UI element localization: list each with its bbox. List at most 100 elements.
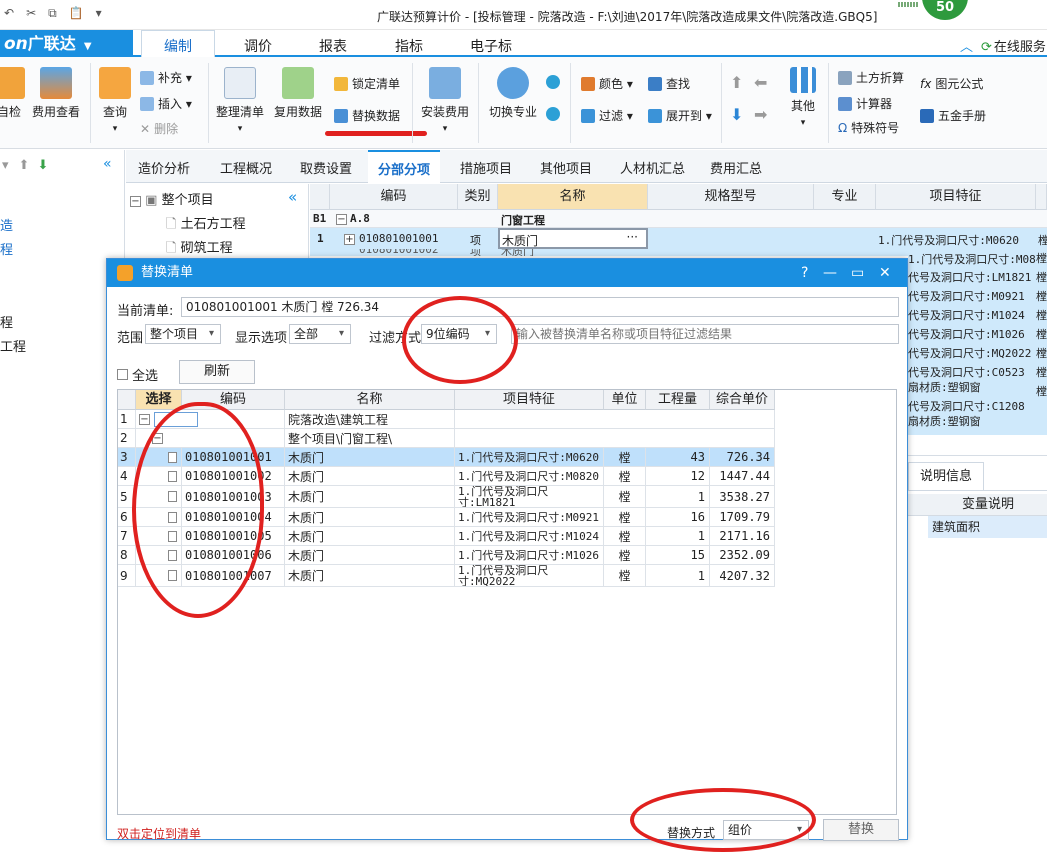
rate-icon-button[interactable]	[546, 107, 564, 121]
close-icon[interactable]: ✕	[879, 259, 891, 287]
column-header-feature[interactable]: 项目特征	[455, 390, 604, 410]
online-service[interactable]: ︿ ⟳ 在线服务	[960, 36, 1046, 55]
replace-button[interactable]: 替换	[823, 819, 899, 841]
grid-header-type[interactable]: 类别	[458, 184, 498, 210]
collapse-left-icon[interactable]: «	[103, 156, 112, 172]
other-button[interactable]: 其他 ▾	[786, 67, 820, 128]
move-right-arrow-icon[interactable]: ➡	[754, 105, 767, 124]
tab-project-overview[interactable]: 工程概况	[220, 158, 272, 177]
grid-row-selected[interactable]: 1 + 010801001001 项 木质门 ··· 1.门代号及洞口尺寸:M06…	[310, 228, 1047, 249]
column-header-quantity[interactable]: 工程量	[646, 390, 710, 410]
query-button[interactable]: 查询 ▾	[96, 67, 134, 134]
variable-row[interactable]: 建筑面积	[928, 516, 1047, 538]
find-button[interactable]: 查找	[648, 75, 690, 92]
figure-formula-button[interactable]: fx 图元公式	[920, 75, 983, 92]
display-option-select[interactable]: 全部	[289, 324, 351, 344]
nav-item-engineering[interactable]: 程	[0, 312, 13, 331]
nav-dropdown-icon[interactable]: ▾	[2, 158, 9, 173]
menu-e-bid[interactable]: 电子标	[470, 36, 512, 56]
arrow-up-icon[interactable]: ⬆	[19, 158, 30, 173]
tree-item-earthwork[interactable]: 🗋 土石方工程	[166, 213, 246, 237]
copy-icon[interactable]: ⧉	[48, 6, 57, 21]
tree-root[interactable]: − ▣ 整个项目	[130, 189, 214, 208]
organize-list-button[interactable]: 整理清单 ▾	[214, 67, 266, 134]
help-icon[interactable]: ?	[801, 259, 808, 287]
convert-icon-button[interactable]	[546, 75, 564, 89]
minimize-icon[interactable]: —	[823, 259, 837, 287]
hardware-manual-button[interactable]: 五金手册	[920, 107, 986, 124]
collapse-icon[interactable]: −	[130, 196, 141, 207]
undo-icon[interactable]: ↶	[4, 6, 14, 21]
column-header-select[interactable]: 选择	[136, 390, 182, 410]
grid-header-spec[interactable]: 规格型号	[648, 184, 814, 210]
special-symbol-button[interactable]: Ω 特殊符号	[838, 119, 899, 136]
scope-select[interactable]: 整个项目	[145, 324, 221, 344]
collapse-ribbon-icon[interactable]: ︿	[960, 40, 973, 55]
filter-button[interactable]: 过滤 ▾	[581, 107, 633, 124]
more-options-icon[interactable]: ···	[627, 230, 638, 244]
grid-header-major[interactable]: 专业	[814, 184, 876, 210]
tab-other-items[interactable]: 其他项目	[540, 158, 592, 177]
move-up-arrow-icon[interactable]: ⬆	[730, 73, 743, 92]
expand-to-button[interactable]: 展开到 ▾	[648, 107, 712, 124]
tab-fee-settings[interactable]: 取费设置	[300, 158, 352, 177]
tab-cost-analysis[interactable]: 造价分析	[138, 158, 190, 177]
display-option-label: 显示选项	[235, 331, 288, 346]
calculator-button[interactable]: 计算器	[838, 95, 892, 112]
filter-search-input[interactable]	[511, 324, 899, 344]
tab-fee-summary[interactable]: 费用汇总	[710, 158, 762, 177]
nav-item-project[interactable]: 造	[0, 215, 13, 234]
refresh-button[interactable]: 刷新	[179, 360, 255, 384]
menu-index[interactable]: 指标	[395, 36, 423, 56]
app-logo-menu[interactable]: on广联达 ▼	[0, 30, 133, 57]
column-header-unit[interactable]: 单位	[604, 390, 646, 410]
menu-report[interactable]: 报表	[319, 36, 347, 56]
column-header-name[interactable]: 名称	[285, 390, 455, 410]
cut-icon[interactable]: ✂	[26, 6, 36, 21]
color-button[interactable]: 颜色 ▾	[581, 75, 633, 92]
name-edit-cell[interactable]: 木质门 ···	[498, 228, 648, 249]
collapse-icon[interactable]: −	[139, 413, 150, 425]
grid-section-row[interactable]: B1 − A.8 门窗工程	[310, 210, 1047, 228]
annotation-circle-filter	[402, 296, 518, 384]
install-fee-button[interactable]: 安装费用 ▾	[418, 67, 472, 134]
nav-item-sub-engineering[interactable]: 工程	[0, 336, 26, 355]
document-icon: 🗋	[166, 217, 177, 232]
lock-list-button[interactable]: 锁定清单	[334, 75, 400, 92]
maximize-icon[interactable]: ▭	[851, 259, 864, 287]
tab-sub-items[interactable]: 分部分项	[368, 150, 441, 183]
supplement-button[interactable]: 补充 ▾	[140, 69, 192, 86]
self-check-button[interactable]: 自检	[0, 67, 26, 120]
tab-measures[interactable]: 措施项目	[460, 158, 512, 177]
customize-icon[interactable]: ▾	[96, 6, 102, 21]
column-header-price[interactable]: 综合单价	[710, 390, 775, 410]
reuse-data-button[interactable]: 复用数据	[272, 67, 324, 120]
collapse-tree-icon[interactable]: «	[288, 188, 297, 206]
grid-header-feature[interactable]: 项目特征	[876, 184, 1036, 210]
replace-data-button[interactable]: 替换数据	[334, 107, 400, 124]
quick-access-toolbar: ↶ ✂ ⧉ 📋 ▾	[4, 6, 102, 21]
move-left-arrow-icon[interactable]: ⬅	[754, 73, 767, 92]
other-label: 其他	[790, 99, 815, 113]
menu-edit[interactable]: 编制	[141, 30, 215, 57]
tab-description[interactable]: 说明信息	[908, 462, 984, 490]
grid-header-code[interactable]: 编码	[330, 184, 458, 210]
checkbox-icon[interactable]	[117, 369, 128, 380]
earthwork-button[interactable]: 土方折算	[838, 69, 904, 86]
nav-item-building[interactable]: 程	[0, 239, 13, 258]
delete-button[interactable]: ✕ 删除	[140, 120, 178, 137]
insert-button[interactable]: 插入 ▾	[140, 95, 192, 112]
arrow-down-icon[interactable]: ⬇	[37, 158, 48, 173]
grid-header-name[interactable]: 名称	[498, 184, 648, 210]
section-collapse-icon[interactable]: −	[336, 212, 347, 225]
select-all-checkbox[interactable]: 全选	[117, 365, 158, 384]
current-list-field[interactable]: 010801001001 木质门 樘 726.34	[181, 297, 899, 317]
score-badge[interactable]: 50	[922, 0, 968, 20]
move-down-arrow-icon[interactable]: ⬇	[730, 105, 743, 124]
expand-icon[interactable]: +	[344, 232, 355, 245]
switch-major-button[interactable]: 切换专业	[484, 67, 542, 120]
fee-view-button[interactable]: 费用查看	[30, 67, 82, 120]
tab-resource-summary[interactable]: 人材机汇总	[620, 158, 685, 177]
menu-adjust-price[interactable]: 调价	[244, 36, 272, 56]
paste-icon[interactable]: 📋	[69, 6, 84, 21]
